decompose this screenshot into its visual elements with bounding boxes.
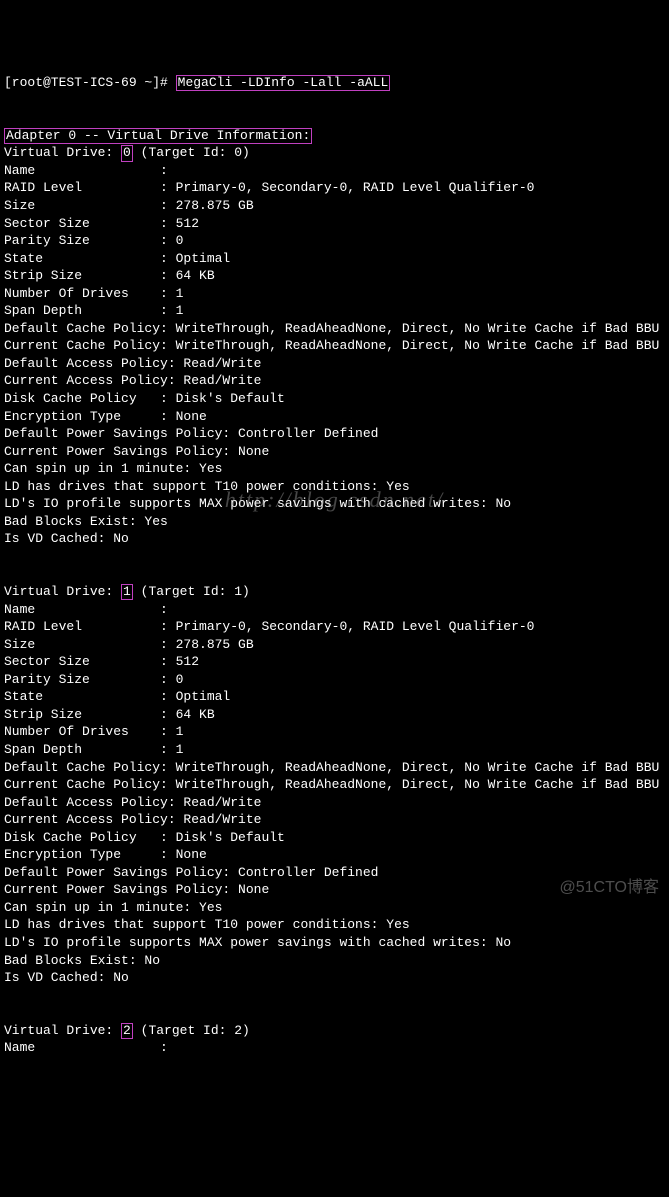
vd1-line-prefix: Virtual Drive:	[4, 584, 121, 599]
vd0-body: Name : RAID Level : Primary-0, Secondary…	[4, 163, 659, 546]
command-highlighted: MegaCli -LDInfo -Lall -aALL	[176, 75, 391, 91]
vd0-num-highlighted: 0	[121, 145, 133, 161]
vd0-line-prefix: Virtual Drive:	[4, 145, 121, 160]
vd2-line-suffix: (Target Id: 2)	[133, 1023, 250, 1038]
terminal-output: [root@TEST-ICS-69 ~]# MegaCli -LDInfo -L…	[4, 74, 665, 1057]
vd2-num-highlighted: 2	[121, 1023, 133, 1039]
shell-prompt: [root@TEST-ICS-69 ~]#	[4, 75, 176, 90]
vd0-line-suffix: (Target Id: 0)	[133, 145, 250, 160]
vd1-body: Name : RAID Level : Primary-0, Secondary…	[4, 602, 659, 985]
adapter-header-highlighted: Adapter 0 -- Virtual Drive Information:	[4, 128, 312, 144]
vd2-line-prefix: Virtual Drive:	[4, 1023, 121, 1038]
vd1-line-suffix: (Target Id: 1)	[133, 584, 250, 599]
vd1-num-highlighted: 1	[121, 584, 133, 600]
vd2-body: Name :	[4, 1040, 168, 1055]
